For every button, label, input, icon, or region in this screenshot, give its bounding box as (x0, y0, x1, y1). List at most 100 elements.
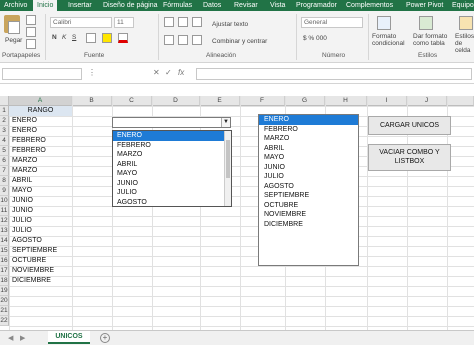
enter-icon[interactable]: ✓ (165, 68, 172, 77)
row-header[interactable]: 5 (0, 146, 9, 156)
row-header[interactable]: 17 (0, 266, 9, 276)
tab-archivo[interactable]: Archivo (4, 0, 27, 11)
conditional-format-icon[interactable] (377, 16, 391, 30)
combo-box[interactable]: ▼ (112, 117, 231, 128)
format-painter-icon[interactable] (26, 39, 36, 49)
column-header-i[interactable]: I (367, 96, 407, 106)
dropdown-item[interactable]: FEBRERO (113, 141, 231, 151)
cell-a[interactable]: JUNIO (9, 196, 69, 206)
number-format-select[interactable]: General (301, 17, 363, 28)
merge-center-button[interactable]: Combinar y centrar (212, 38, 267, 45)
list-box[interactable]: ENERO FEBRERO MARZO ABRIL MAYO JUNIO JUL… (258, 114, 359, 266)
cell-a[interactable]: AGOSTO (9, 236, 69, 246)
wrap-text-button[interactable]: Ajustar texto (212, 21, 248, 28)
copy-icon[interactable] (26, 27, 36, 37)
paste-button-label[interactable]: Pegar (5, 37, 22, 44)
column-header-a[interactable]: A (9, 96, 72, 106)
cell-a[interactable]: FEBRERO (9, 136, 69, 146)
listbox-item[interactable]: SEPTIEMBRE (259, 191, 358, 201)
cell-a[interactable]: JUNIO (9, 206, 69, 216)
tab-power-pivot[interactable]: Power Pivot (406, 0, 443, 11)
tab-revisar[interactable]: Revisar (234, 0, 258, 11)
column-header-j[interactable]: J (407, 96, 447, 106)
cell-a[interactable]: MARZO (9, 166, 69, 176)
cell-a[interactable]: JULIO (9, 226, 69, 236)
cell-a1-header[interactable]: RANGO (9, 106, 72, 116)
row-header[interactable]: 3 (0, 126, 9, 136)
dropdown-item[interactable]: ENERO (113, 131, 231, 141)
align-left-icon[interactable] (164, 35, 174, 45)
borders-icon[interactable] (86, 33, 96, 43)
dropdown-scrollbar[interactable] (224, 131, 231, 206)
column-header-c[interactable]: C (112, 96, 152, 106)
underline-icon[interactable]: S (72, 34, 76, 41)
sheet-next-icon[interactable]: ▶ (20, 334, 25, 342)
column-header-g[interactable]: G (285, 96, 325, 106)
column-header-d[interactable]: D (152, 96, 200, 106)
row-header[interactable]: 4 (0, 136, 9, 146)
listbox-item[interactable]: ABRIL (259, 144, 358, 154)
row-header[interactable]: 7 (0, 166, 9, 176)
tab-insertar[interactable]: Insertar (68, 0, 92, 11)
listbox-item[interactable]: FEBRERO (259, 125, 358, 135)
listbox-item[interactable]: MARZO (259, 134, 358, 144)
row-header[interactable]: 18 (0, 276, 9, 286)
column-header-h[interactable]: H (325, 96, 367, 106)
column-header-b[interactable]: B (72, 96, 112, 106)
combo-dropdown-list[interactable]: ENERO FEBRERO MARZO ABRIL MAYO JUNIO JUL… (112, 130, 232, 207)
dropdown-item[interactable]: MAYO (113, 169, 231, 179)
cell-a[interactable]: ENERO (9, 126, 69, 136)
format-as-table-button[interactable]: Dar formato como tabla (413, 33, 449, 47)
cell-a[interactable]: SEPTIEMBRE (9, 246, 69, 256)
dropdown-item[interactable]: MARZO (113, 150, 231, 160)
chevron-down-icon[interactable]: ▼ (221, 118, 230, 127)
dropdown-item[interactable]: JULIO (113, 188, 231, 198)
row-header[interactable]: 8 (0, 176, 9, 186)
listbox-item[interactable]: JULIO (259, 172, 358, 182)
fx-icon[interactable]: fx (178, 68, 184, 77)
listbox-item[interactable]: MAYO (259, 153, 358, 163)
row-header[interactable]: 13 (0, 226, 9, 236)
column-header-e[interactable]: E (200, 96, 240, 106)
row-header[interactable]: 15 (0, 246, 9, 256)
italic-icon[interactable]: K (62, 34, 66, 41)
row-header[interactable]: 16 (0, 256, 9, 266)
paste-icon[interactable] (4, 15, 20, 34)
format-as-table-icon[interactable] (419, 16, 433, 30)
row-header[interactable]: 9 (0, 186, 9, 196)
row-header[interactable]: 10 (0, 196, 9, 206)
cancel-icon[interactable]: ✕ (153, 68, 160, 77)
formula-input[interactable] (196, 68, 472, 80)
cell-a[interactable]: DICIEMBRE (9, 276, 69, 286)
listbox-item[interactable]: NOVIEMBRE (259, 210, 358, 220)
sheet-prev-icon[interactable]: ◀ (8, 334, 13, 342)
orientation-icon[interactable] (192, 17, 202, 27)
tab-vista[interactable]: Vista (270, 0, 285, 11)
font-name-select[interactable]: Calibri (50, 17, 112, 28)
cell-a[interactable]: MARZO (9, 156, 69, 166)
listbox-item[interactable]: ENERO (259, 115, 358, 125)
row-header[interactable]: 6 (0, 156, 9, 166)
tab-diseno-pagina[interactable]: Diseño de página (103, 0, 158, 11)
cell-a[interactable]: MAYO (9, 186, 69, 196)
tab-programador[interactable]: Programador (296, 0, 337, 11)
cell-a[interactable]: ABRIL (9, 176, 69, 186)
clear-combo-listbox-button[interactable]: VACIAR COMBO Y LISTBOX (368, 144, 451, 171)
cell-a[interactable]: ENERO (9, 116, 69, 126)
font-size-select[interactable]: 11 (114, 17, 134, 28)
tab-formulas[interactable]: Fórmulas (163, 0, 192, 11)
align-right-icon[interactable] (192, 35, 202, 45)
sheet-tab-unicos[interactable]: UNICOS (48, 331, 90, 344)
tab-datos[interactable]: Datos (203, 0, 221, 11)
row-header[interactable]: 21 (0, 306, 9, 316)
row-header[interactable]: 20 (0, 296, 9, 306)
number-symbols[interactable]: $ % 000 (303, 35, 327, 42)
tab-inicio[interactable]: Inicio (33, 0, 58, 11)
listbox-item[interactable]: JUNIO (259, 163, 358, 173)
font-color-icon[interactable] (118, 33, 128, 43)
row-header[interactable]: 12 (0, 216, 9, 226)
cell-a[interactable]: JULIO (9, 216, 69, 226)
cell-styles-icon[interactable] (459, 16, 473, 30)
listbox-item[interactable]: DICIEMBRE (259, 220, 358, 230)
cell-styles-button[interactable]: Estilos de celda (455, 33, 474, 54)
